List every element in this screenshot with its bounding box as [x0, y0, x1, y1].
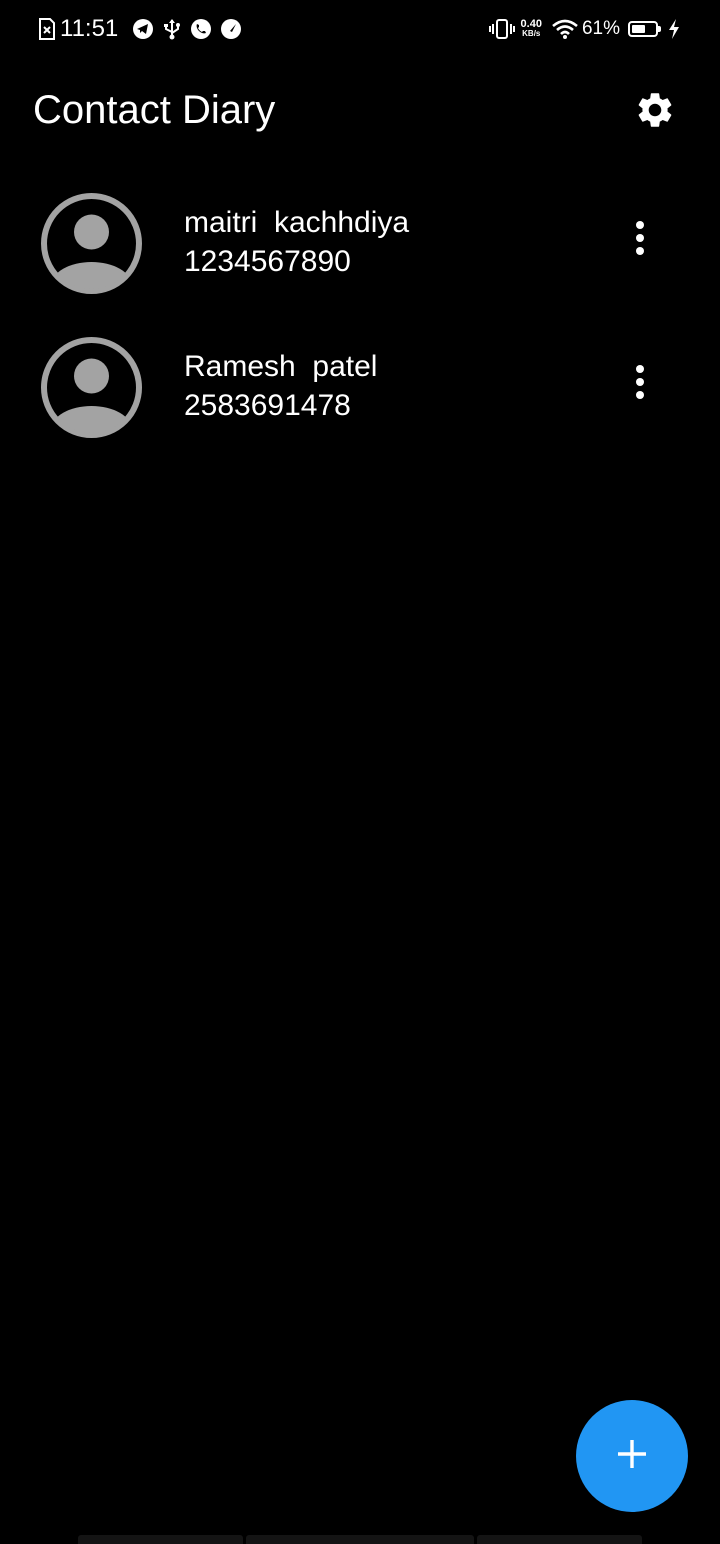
vibrate-icon	[488, 18, 515, 40]
add-contact-button[interactable]	[576, 1400, 688, 1512]
more-vertical-icon	[635, 220, 645, 261]
more-options-button[interactable]	[620, 362, 660, 406]
person-avatar-icon	[40, 192, 143, 295]
gear-icon	[634, 89, 676, 136]
contact-phone: 1234567890	[184, 245, 351, 278]
whatsapp-icon	[190, 18, 212, 40]
charging-icon	[668, 19, 680, 39]
page-title: Contact Diary	[33, 88, 276, 132]
battery-icon	[628, 21, 661, 37]
wifi-icon	[552, 19, 578, 39]
settings-button[interactable]	[630, 87, 680, 137]
status-time: 11:51	[60, 15, 119, 42]
bottom-nav-handle	[78, 1535, 642, 1544]
network-speed-value: 0.40	[520, 18, 542, 30]
nav-handle-segment	[477, 1535, 642, 1544]
contact-phone: 2583691478	[184, 389, 351, 422]
contact-name: maitri kachhdiya	[184, 206, 410, 239]
person-avatar-icon	[40, 336, 143, 439]
nav-handle-segment	[246, 1535, 474, 1544]
more-options-button[interactable]	[620, 218, 660, 262]
contact-list-item[interactable]: Ramesh patel 2583691478	[0, 314, 720, 458]
battery-level-fill	[632, 25, 645, 33]
telegram-icon	[132, 18, 154, 40]
nav-handle-segment	[78, 1535, 243, 1544]
more-vertical-icon	[635, 364, 645, 405]
contact-list: maitri kachhdiya 1234567890 Ramesh patel…	[0, 170, 720, 458]
status-bar-left: 11:51	[38, 14, 250, 44]
contact-list-item[interactable]: maitri kachhdiya 1234567890	[0, 170, 720, 314]
speedometer-icon	[220, 18, 242, 40]
battery-percentage: 61%	[581, 18, 620, 39]
status-bar: 11:51 0.40 KB/s 61%	[0, 0, 720, 58]
contact-name: Ramesh patel	[184, 350, 378, 383]
plus-icon	[616, 1438, 648, 1475]
status-bar-right: 0.40 KB/s 61%	[488, 14, 680, 44]
network-speed-unit: KB/s	[522, 29, 541, 38]
sim-error-icon	[38, 18, 56, 40]
network-speed: 0.40 KB/s	[520, 18, 542, 39]
usb-icon	[162, 18, 182, 40]
